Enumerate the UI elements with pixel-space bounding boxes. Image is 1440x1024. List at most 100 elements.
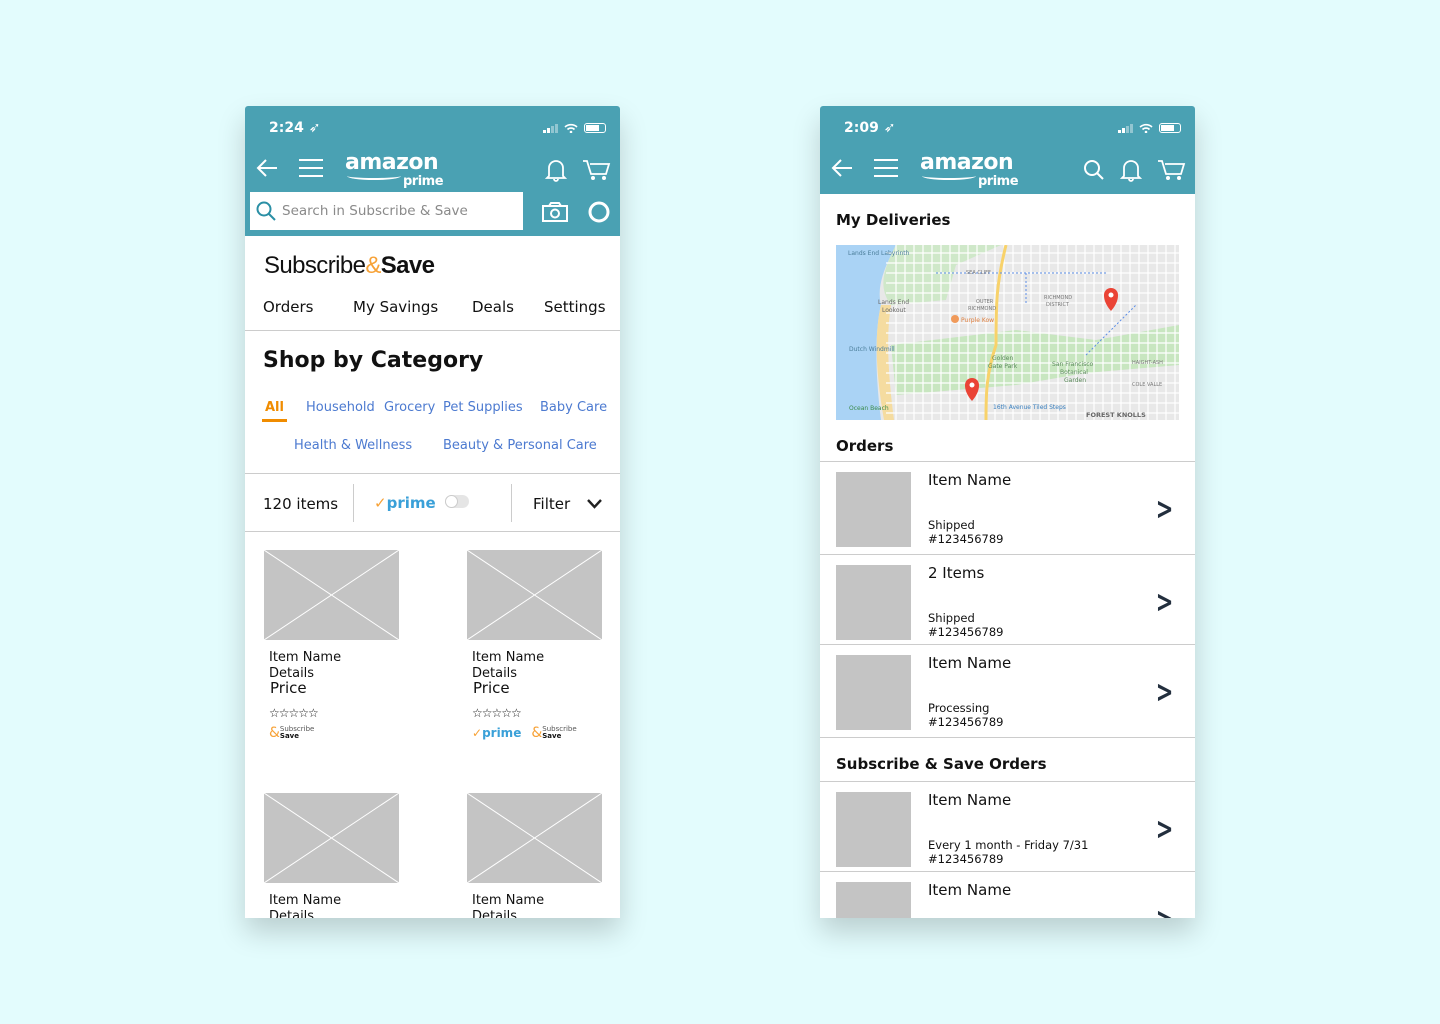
order-row[interactable]: Item Name > bbox=[820, 872, 1195, 918]
map-label: Garden bbox=[1064, 377, 1086, 384]
category-health-wellness[interactable]: Health & Wellness bbox=[294, 438, 412, 453]
app-header: 2:24 ➶ amazon prime Search in Subscribe &… bbox=[245, 106, 620, 236]
map-label: Botanical bbox=[1060, 369, 1088, 376]
category-grocery[interactable]: Grocery bbox=[384, 400, 435, 415]
product-name: Item Name bbox=[269, 650, 342, 665]
chevron-right-icon[interactable]: > bbox=[1156, 585, 1174, 620]
chevron-down-icon[interactable] bbox=[587, 499, 602, 509]
search-input[interactable]: Search in Subscribe & Save bbox=[250, 192, 523, 230]
product-card[interactable]: Item Name Details bbox=[264, 793, 404, 918]
map-label: San Francisco bbox=[1052, 361, 1094, 368]
map-label: Golden bbox=[992, 355, 1013, 362]
product-badges: ✓prime & Subscribe Save bbox=[472, 726, 607, 741]
map-label: 16th Avenue Tiled Steps bbox=[993, 404, 1066, 411]
category-beauty-personal-care[interactable]: Beauty & Personal Care bbox=[443, 438, 597, 453]
deliveries-title: My Deliveries bbox=[836, 211, 951, 229]
category-pet-supplies[interactable]: Pet Supplies bbox=[443, 400, 523, 415]
map-label: Lookout bbox=[882, 307, 906, 314]
order-status: Shipped #123456789 bbox=[928, 611, 1004, 639]
order-thumbnail bbox=[836, 882, 911, 918]
prime-toggle[interactable] bbox=[445, 495, 469, 508]
map-label: FOREST KNOLLS bbox=[1086, 411, 1146, 419]
category-all[interactable]: All bbox=[265, 400, 284, 415]
product-badges: & Subscribe Save bbox=[269, 726, 404, 740]
camera-icon[interactable] bbox=[542, 202, 568, 222]
chevron-right-icon[interactable]: > bbox=[1156, 492, 1174, 527]
bell-icon[interactable] bbox=[1120, 158, 1142, 182]
divider bbox=[245, 531, 620, 532]
menu-icon[interactable] bbox=[874, 158, 898, 178]
subscribe-save-screen: 2:24 ➶ amazon prime Search in Subscribe &… bbox=[245, 106, 620, 918]
search-icon[interactable] bbox=[1083, 159, 1105, 181]
status-time: 2:24 ➶ bbox=[269, 120, 320, 136]
battery-icon bbox=[1159, 123, 1181, 133]
time-text: 2:24 bbox=[269, 120, 304, 136]
amazon-prime-logo[interactable]: amazon prime bbox=[920, 152, 1019, 190]
order-row[interactable]: Item Name Processing #123456789 > bbox=[820, 645, 1195, 738]
cart-icon[interactable] bbox=[1157, 158, 1187, 182]
filter-button[interactable]: Filter bbox=[533, 495, 570, 513]
tab-deals[interactable]: Deals bbox=[472, 298, 514, 316]
map-label: Ocean Beach bbox=[849, 405, 889, 412]
tab-orders[interactable]: Orders bbox=[263, 298, 313, 316]
amazon-prime-logo[interactable]: amazon prime bbox=[345, 152, 444, 190]
product-card[interactable]: Item Name Details Price ☆☆☆☆☆ & Subscribe S… bbox=[264, 550, 404, 740]
order-status: Shipped #123456789 bbox=[928, 518, 1004, 546]
product-card[interactable]: Item Name Details Price ☆☆☆☆☆ ✓prime & Subs… bbox=[467, 550, 607, 740]
order-row[interactable]: Item Name Shipped #123456789 > bbox=[820, 462, 1195, 555]
map-label: Lands End Labyrinth bbox=[848, 250, 910, 257]
product-price: Price bbox=[473, 679, 510, 697]
prime-badge: ✓prime bbox=[472, 726, 522, 740]
bell-icon[interactable] bbox=[545, 158, 567, 182]
order-name: 2 Items bbox=[928, 564, 985, 582]
order-thumbnail bbox=[836, 472, 911, 547]
status-icons bbox=[1118, 123, 1181, 133]
product-image-placeholder bbox=[264, 550, 399, 640]
order-name: Item Name bbox=[928, 881, 1012, 899]
product-card[interactable]: Item Name Details bbox=[467, 793, 607, 918]
order-thumbnail bbox=[836, 792, 911, 867]
back-arrow-icon[interactable] bbox=[830, 158, 854, 178]
map-label: Gate Park bbox=[988, 363, 1018, 370]
divider bbox=[511, 484, 512, 522]
alexa-icon[interactable] bbox=[588, 201, 610, 223]
product-image-placeholder bbox=[264, 793, 399, 883]
chevron-right-icon[interactable]: > bbox=[1156, 902, 1174, 918]
menu-icon[interactable] bbox=[299, 158, 323, 178]
cart-icon[interactable] bbox=[582, 158, 612, 182]
order-name: Item Name bbox=[928, 471, 1012, 489]
back-arrow-icon[interactable] bbox=[255, 158, 279, 178]
prime-filter-label: ✓prime bbox=[374, 494, 436, 512]
map-label: SEA CLIFF bbox=[966, 270, 991, 276]
order-thumbnail bbox=[836, 655, 911, 730]
order-row[interactable]: 2 Items Shipped #123456789 > bbox=[820, 555, 1195, 645]
chevron-right-icon[interactable]: > bbox=[1156, 675, 1174, 710]
tab-my-savings[interactable]: My Savings bbox=[353, 298, 438, 316]
chevron-right-icon[interactable]: > bbox=[1156, 812, 1174, 847]
order-row[interactable]: Item Name Every 1 month - Friday 7/31 #12… bbox=[820, 782, 1195, 872]
app-header: 2:09 ➶ amazon prime bbox=[820, 106, 1195, 194]
map-label: RICHMOND bbox=[1044, 295, 1072, 301]
restaurant-icon bbox=[951, 315, 959, 323]
map-label: RICHMOND bbox=[968, 306, 996, 312]
product-image-placeholder bbox=[467, 793, 602, 883]
map-label: Purple Kow bbox=[961, 317, 994, 324]
product-details: Details bbox=[472, 909, 518, 918]
product-name: Item Name bbox=[472, 650, 545, 665]
map-label: Dutch Windmill bbox=[849, 346, 895, 353]
delivery-map[interactable]: Lands End Labyrinth SEA CLIFF Lands End … bbox=[836, 245, 1179, 420]
order-name: Item Name bbox=[928, 654, 1012, 672]
category-baby-care[interactable]: Baby Care bbox=[540, 400, 607, 415]
divider bbox=[353, 484, 354, 522]
product-details: Details bbox=[269, 909, 315, 918]
my-deliveries-screen: 2:09 ➶ amazon prime My Deliveries Lands E… bbox=[820, 106, 1195, 918]
product-price: Price bbox=[270, 679, 307, 697]
product-image-placeholder bbox=[467, 550, 602, 640]
wifi-icon bbox=[1139, 123, 1153, 133]
category-household[interactable]: Household bbox=[306, 400, 375, 415]
order-status: Processing #123456789 bbox=[928, 701, 1004, 729]
item-count: 120 items bbox=[263, 495, 339, 513]
battery-icon bbox=[584, 123, 606, 133]
search-icon bbox=[256, 201, 276, 221]
tab-settings[interactable]: Settings bbox=[544, 298, 606, 316]
